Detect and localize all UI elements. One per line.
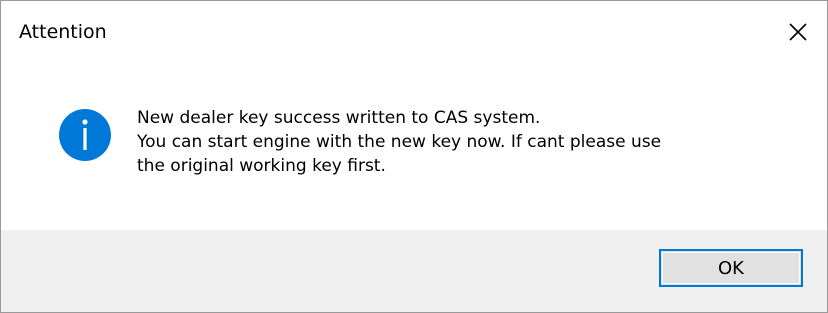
ok-button-label: OK xyxy=(718,257,744,279)
title-bar: Attention xyxy=(1,1,827,63)
close-icon xyxy=(789,23,807,41)
message-line: the original working key first. xyxy=(137,156,386,176)
close-button[interactable] xyxy=(769,1,827,63)
info-icon xyxy=(59,109,111,161)
dialog-title: Attention xyxy=(19,21,107,43)
dialog-content: New dealer key success written to CAS sy… xyxy=(1,63,827,230)
message-dialog: Attention New dealer key success written… xyxy=(0,0,828,313)
dialog-message: New dealer key success written to CAS sy… xyxy=(137,106,661,178)
message-line: New dealer key success written to CAS sy… xyxy=(137,108,541,128)
dialog-footer: OK xyxy=(1,230,827,312)
message-line: You can start engine with the new key no… xyxy=(137,132,662,152)
ok-button[interactable]: OK xyxy=(659,249,803,287)
